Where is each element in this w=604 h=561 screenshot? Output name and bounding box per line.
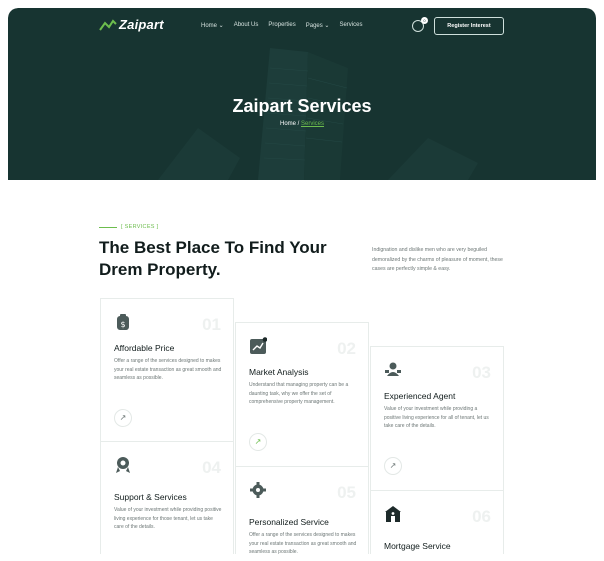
service-card: 06 Mortgage Service: [370, 490, 504, 554]
nav-home[interactable]: Home ⌄: [201, 22, 224, 29]
section-tag-label: [ SERVICES ]: [121, 224, 159, 230]
card-title: Experienced Agent: [384, 391, 456, 401]
bank-icon: [385, 506, 401, 522]
service-card: 04 Support & Services Value of your inve…: [100, 441, 234, 554]
nav-about-us[interactable]: About Us: [234, 22, 259, 29]
card-title: Personalized Service: [249, 517, 329, 527]
gear-icon: [250, 482, 266, 498]
breadcrumb-current: Services: [301, 121, 325, 127]
card-number: 02: [337, 339, 356, 358]
card-description: Value of your investment while providing…: [384, 406, 489, 429]
section-intro: Indignation and dislike men who are very…: [372, 247, 503, 272]
card-number: 05: [337, 483, 356, 502]
money-bag-icon: $: [117, 314, 129, 330]
card-number: 03: [472, 363, 491, 382]
chart-icon: [250, 337, 267, 354]
service-card: 02 Market Analysis Understand that manag…: [235, 322, 369, 467]
card-title: Affordable Price: [114, 343, 175, 353]
arrow-link-icon[interactable]: ↗: [249, 433, 267, 451]
logo[interactable]: Zaipart: [99, 17, 164, 32]
page-frame: Zaipart Home ⌄ About Us Properties Pages…: [8, 8, 596, 554]
arrow-link-icon[interactable]: ↗: [384, 457, 402, 475]
agents-icon: [385, 362, 401, 376]
register-interest-button[interactable]: Register Interest: [434, 17, 504, 35]
logo-text: Zaipart: [119, 17, 164, 32]
service-card: 05 Personalized Service Offer a range of…: [235, 466, 369, 554]
card-description: Offer a range of the services designed t…: [114, 358, 222, 381]
card-title: Market Analysis: [249, 367, 309, 377]
section-heading: The Best Place To Find Your Drem Propert…: [99, 238, 327, 279]
page-title: Zaipart Services: [232, 96, 372, 116]
hero-banner: Zaipart Home ⌄ About Us Properties Pages…: [8, 8, 596, 180]
breadcrumb: Home / Services: [8, 121, 596, 127]
card-description: Offer a range of the services designed t…: [249, 532, 357, 554]
svg-text:$: $: [120, 320, 125, 329]
breadcrumb-home[interactable]: Home /: [280, 121, 299, 127]
card-description: Value of your investment while providing…: [114, 507, 222, 530]
card-title: Support & Services: [114, 492, 187, 502]
cart-icon[interactable]: 0: [412, 17, 428, 32]
section-tag: [ SERVICES ]: [99, 224, 158, 230]
card-title: Mortgage Service: [384, 541, 451, 551]
top-nav: Zaipart Home ⌄ About Us Properties Pages…: [8, 8, 596, 46]
service-card: 03 Experienced Agent Value of your inves…: [370, 346, 504, 491]
nav-properties[interactable]: Properties: [268, 22, 295, 29]
card-number: 01: [202, 315, 221, 334]
card-description: Understand that managing property can be…: [249, 382, 349, 405]
nav-services[interactable]: Services: [339, 22, 362, 29]
tag-divider: [99, 226, 117, 228]
card-number: 04: [202, 458, 221, 477]
main-menu: Home ⌄ About Us Properties Pages ⌄ Servi…: [201, 22, 362, 29]
service-card: $ 01 Affordable Price Offer a range of t…: [100, 298, 234, 442]
cart-count-badge: 0: [421, 17, 428, 24]
award-icon: [116, 457, 130, 473]
arrow-link-icon[interactable]: ↗: [114, 409, 132, 427]
nav-pages[interactable]: Pages ⌄: [306, 22, 330, 29]
roof-logo-icon: [99, 18, 117, 31]
card-number: 06: [472, 507, 491, 526]
